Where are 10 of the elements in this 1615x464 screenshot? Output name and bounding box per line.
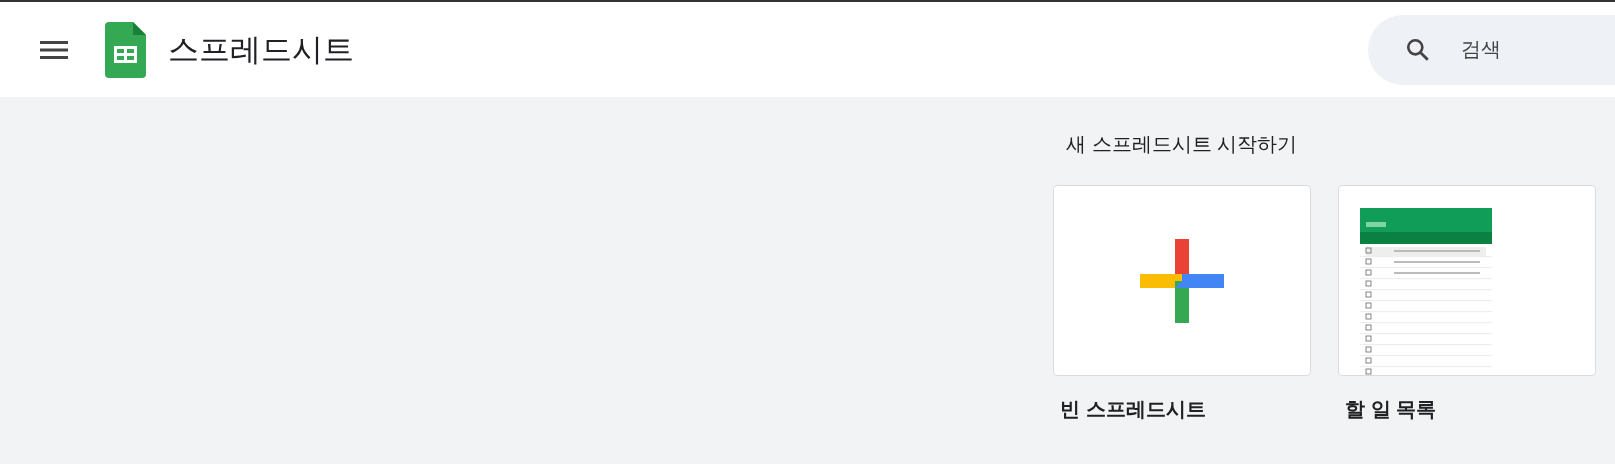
plus-icon: [1140, 238, 1224, 323]
template-label: 할 일 목록: [1344, 397, 1438, 422]
section-heading: 새 스프레드시트 시작하기: [1065, 132, 1299, 157]
search-field[interactable]: 검색: [1368, 14, 1615, 85]
template-card[interactable]: [1338, 185, 1596, 376]
menu-icon: [40, 39, 68, 60]
template-label: 빈 스프레드시트: [1059, 397, 1207, 422]
template-card[interactable]: [1053, 185, 1311, 376]
sheets-logo-icon: [105, 21, 146, 78]
app-title: 스프레드시트: [168, 34, 354, 65]
